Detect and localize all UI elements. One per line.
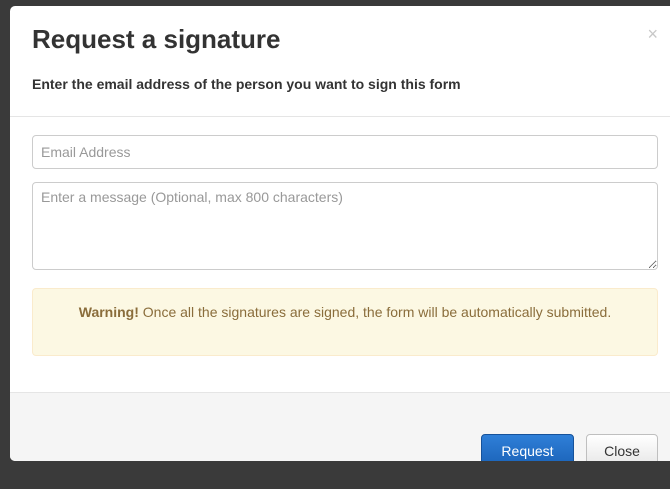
- modal-body: Warning! Once all the signatures are sig…: [10, 117, 670, 392]
- warning-label: Warning!: [78, 304, 139, 320]
- modal-header: Request a signature × Enter the email ad…: [10, 6, 670, 117]
- close-icon[interactable]: ×: [647, 24, 658, 44]
- request-signature-modal: Request a signature × Enter the email ad…: [10, 6, 670, 461]
- email-field[interactable]: [32, 135, 658, 169]
- modal-title: Request a signature: [32, 24, 281, 54]
- request-button[interactable]: Request: [481, 434, 574, 461]
- modal-footer: Request Close: [10, 392, 670, 461]
- close-button[interactable]: Close: [586, 434, 658, 461]
- warning-text: Once all the signatures are signed, the …: [138, 304, 612, 320]
- warning-alert: Warning! Once all the signatures are sig…: [32, 288, 658, 356]
- message-field[interactable]: [32, 182, 658, 270]
- modal-subtitle: Enter the email address of the person yo…: [32, 76, 461, 92]
